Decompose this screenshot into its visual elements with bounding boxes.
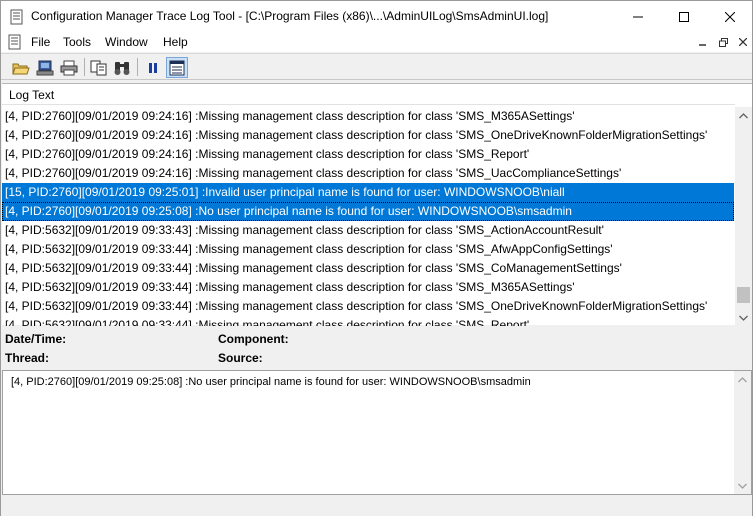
restore-icon — [718, 37, 728, 47]
log-row[interactable]: [4, PID:2760][09/01/2019 09:25:08] :No u… — [2, 202, 734, 221]
child-minimize-button[interactable] — [695, 35, 711, 49]
open-remote-button[interactable] — [34, 57, 56, 78]
log-row[interactable]: [4, PID:5632][09/01/2019 09:33:44] :Miss… — [2, 278, 734, 297]
menu-tools[interactable]: Tools — [60, 34, 94, 50]
chevron-down-icon — [738, 483, 747, 489]
chevron-down-icon — [739, 315, 748, 321]
details-panel: Date/Time: Component: Thread: Source: — [1, 327, 752, 369]
log-row[interactable]: [4, PID:2760][09/01/2019 09:24:16] :Miss… — [2, 145, 734, 164]
menu-window[interactable]: Window — [102, 34, 151, 50]
log-row[interactable]: [4, PID:5632][09/01/2019 09:33:44] :Miss… — [2, 240, 734, 259]
toolbar-separator — [84, 58, 85, 76]
log-text-column-header[interactable]: Log Text — [2, 84, 735, 105]
log-row[interactable]: [4, PID:5632][09/01/2019 09:33:44] :Miss… — [2, 297, 734, 316]
minimize-icon — [699, 44, 706, 46]
child-close-button[interactable] — [735, 35, 751, 49]
pause-button[interactable] — [142, 57, 164, 78]
menu-bar: File Tools Window Help — [1, 32, 752, 52]
chevron-up-icon — [738, 376, 747, 382]
message-text: [4, PID:2760][09/01/2019 09:25:08] :No u… — [11, 376, 531, 388]
log-row[interactable]: [15, PID:2760][09/01/2019 09:25:01] :Inv… — [2, 183, 734, 202]
column-header-label: Log Text — [9, 88, 55, 102]
error-lookup-button[interactable] — [166, 57, 188, 78]
toolbar-separator — [137, 58, 138, 76]
maximize-button[interactable] — [661, 1, 707, 32]
open-folder-icon — [12, 63, 30, 74]
minimize-icon — [633, 16, 643, 17]
scroll-down-button[interactable] — [734, 477, 751, 494]
copy-button[interactable] — [88, 57, 110, 78]
scroll-down-button[interactable] — [735, 309, 752, 326]
menu-file[interactable]: File — [28, 34, 53, 50]
child-restore-button[interactable] — [715, 35, 731, 49]
app-log-icon — [9, 9, 25, 25]
source-label: Source: — [218, 351, 263, 365]
main-window: Configuration Manager Trace Log Tool - [… — [0, 0, 753, 516]
log-rows: [4, PID:2760][09/01/2019 09:24:16] :Miss… — [2, 107, 734, 326]
open-folder-button[interactable] — [10, 57, 32, 78]
find-button[interactable] — [111, 57, 133, 78]
chevron-up-icon — [739, 112, 748, 118]
log-scrollbar[interactable] — [735, 107, 752, 326]
log-row[interactable]: [4, PID:2760][09/01/2019 09:24:16] :Miss… — [2, 164, 734, 183]
message-scrollbar[interactable] — [734, 371, 751, 494]
scroll-up-button[interactable] — [734, 371, 751, 388]
title-bar[interactable]: Configuration Manager Trace Log Tool - [… — [1, 1, 752, 32]
component-label: Component: — [218, 332, 289, 346]
message-textbox[interactable]: [4, PID:2760][09/01/2019 09:25:08] :No u… — [2, 370, 752, 495]
menu-help[interactable]: Help — [160, 34, 191, 50]
scroll-up-button[interactable] — [735, 107, 752, 124]
log-list[interactable]: Log Text [4, PID:2760][09/01/2019 09:24:… — [2, 83, 752, 326]
log-row[interactable]: [4, PID:5632][09/01/2019 09:33:44] :Miss… — [2, 316, 734, 326]
scroll-thumb[interactable] — [737, 287, 750, 303]
window-title: Configuration Manager Trace Log Tool - [… — [31, 9, 549, 23]
log-row[interactable]: [4, PID:2760][09/01/2019 09:24:16] :Miss… — [2, 126, 734, 145]
open-remote-icon — [36, 60, 54, 75]
print-icon — [60, 60, 78, 75]
thread-label: Thread: — [5, 351, 50, 365]
copy-icon — [90, 60, 107, 75]
status-bar — [1, 495, 752, 516]
maximize-icon — [679, 11, 689, 22]
close-icon — [725, 11, 735, 22]
error-lookup-icon — [169, 60, 185, 75]
find-icon — [114, 61, 130, 75]
minimize-button[interactable] — [615, 1, 661, 32]
close-button[interactable] — [707, 1, 753, 32]
pause-icon — [149, 62, 157, 73]
close-icon — [739, 38, 747, 46]
log-row[interactable]: [4, PID:2760][09/01/2019 09:24:16] :Miss… — [2, 107, 734, 126]
toolbar — [1, 53, 752, 80]
log-row[interactable]: [4, PID:5632][09/01/2019 09:33:44] :Miss… — [2, 259, 734, 278]
print-button[interactable] — [58, 57, 80, 78]
datetime-label: Date/Time: — [5, 332, 67, 346]
log-row[interactable]: [4, PID:5632][09/01/2019 09:33:43] :Miss… — [2, 221, 734, 240]
document-icon[interactable] — [7, 34, 23, 50]
